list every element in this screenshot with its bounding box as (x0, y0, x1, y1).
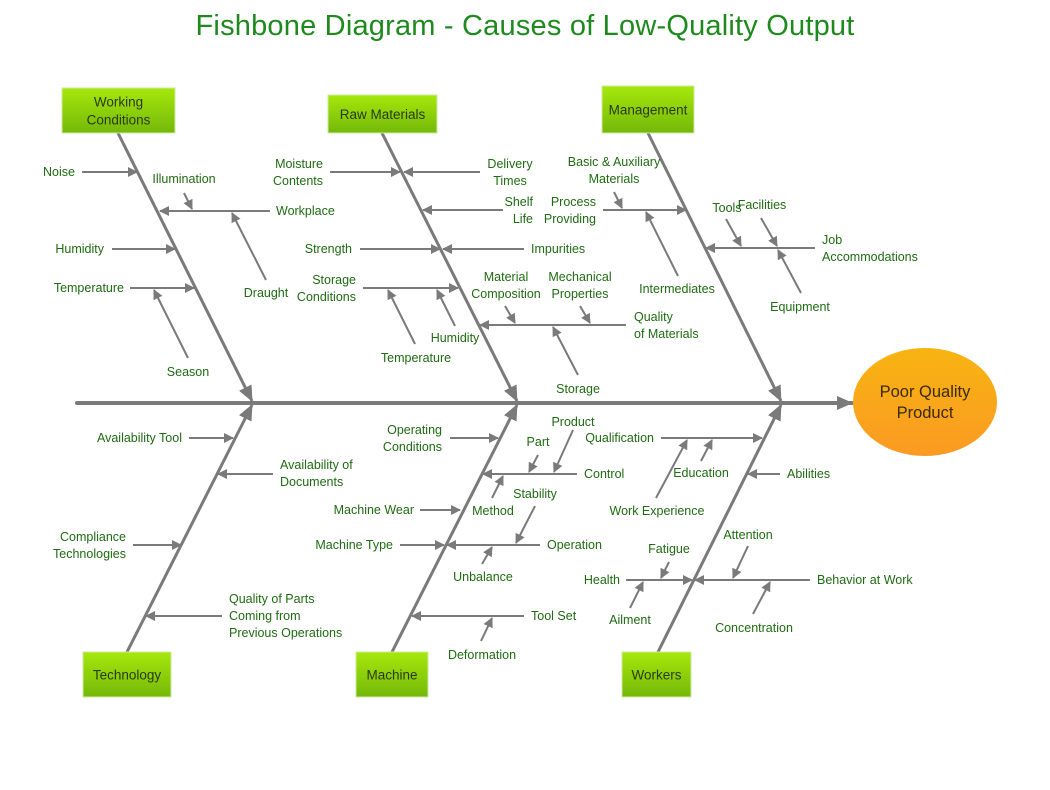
subcause-ailment: Ailment (609, 613, 651, 627)
subcause-arrow-unbalance (481, 546, 493, 565)
subcause-arrow-fatigue (660, 561, 670, 579)
subcause-deformation: Deformation (448, 648, 516, 662)
subcause-intermediates: Intermediates (639, 282, 715, 296)
subcause-work-experience: Work Experience (610, 504, 705, 518)
subcause-fatigue: Fatigue (648, 542, 690, 556)
subcause-arrow-illumination (183, 192, 193, 210)
subcause-season: Season (167, 365, 209, 379)
subcause-arrow-method (491, 475, 504, 499)
cause-humidity: Humidity (55, 242, 104, 256)
subcause-mechanical-properties: Mechanical Properties (548, 270, 611, 301)
cause-temperature: Temperature (54, 281, 124, 295)
cause-moisture-contents: Moisture Contents (273, 157, 323, 188)
subcause-arrow-storage (552, 326, 579, 376)
category-machine-label: Machine (366, 668, 417, 683)
subcause-material-composition: Material Composition (471, 270, 541, 301)
cause-health: Health (584, 573, 620, 587)
category-raw-materials-label: Raw Materials (340, 107, 426, 122)
subcause-arrow-intermediates (645, 211, 679, 277)
cause-operating-conditions: Operating Conditions (383, 423, 442, 454)
subcause-basic-auxiliary-materials: Basic & Auxiliary Materials (568, 155, 661, 186)
cause-workplace: Workplace (276, 204, 335, 218)
subcause-arrow-education (700, 439, 713, 462)
subcause-draught: Draught (244, 286, 289, 300)
subcause-method: Method (472, 504, 514, 518)
subcause-facilities: Facilities (738, 198, 787, 212)
subcause-arrow-draught (231, 212, 267, 281)
subcause-arrow-temperature (387, 289, 416, 345)
subcause-part: Part (527, 435, 550, 449)
cause-noise: Noise (43, 165, 75, 179)
effect-ellipse[interactable] (853, 348, 997, 456)
labels: Poor Quality ProductWorking Conditions Raw … (43, 95, 971, 683)
cause-process-providing: Process Providing (544, 195, 596, 226)
cause-impurities: Impurities (531, 242, 585, 256)
cause-qualification: Qualification (585, 431, 654, 445)
cause-compliance-technologies: Compliance Technologies (53, 530, 126, 561)
cause-storage-conditions: Storage Conditions (297, 273, 356, 304)
subcause-concentration: Concentration (715, 621, 793, 635)
subcause-arrow-material-composition (504, 305, 516, 324)
category-workers-label: Workers (631, 668, 681, 683)
subcause-arrow-facilities (760, 217, 778, 247)
subcause-arrow-mechanical-properties (579, 305, 591, 324)
cause-machine-wear: Machine Wear (334, 503, 414, 517)
cause-control: Control (584, 467, 624, 481)
subcause-arrow-part (528, 454, 539, 473)
subcause-arrow-basic-auxiliary-materials (613, 191, 623, 209)
cause-quality-of-materials: Quality of Materials (634, 310, 699, 341)
subcause-arrow-product (553, 429, 574, 473)
subcause-arrow-season (153, 289, 189, 359)
subcause-arrow-equipment (777, 249, 802, 294)
subcause-humidity: Humidity (431, 331, 480, 345)
subcause-arrow-attention (732, 545, 749, 579)
subcause-arrow-concentration (752, 581, 771, 615)
subcause-unbalance: Unbalance (453, 570, 513, 584)
subcause-product: Product (551, 415, 595, 429)
subcause-arrow-ailment (629, 581, 644, 609)
subcause-temperature: Temperature (381, 351, 451, 365)
cause-operation: Operation (547, 538, 602, 552)
subcause-stability: Stability (513, 487, 558, 501)
cause-shelf-life: Shelf Life (505, 195, 534, 226)
cause-availability-of-documents: Availability of Documents (280, 458, 353, 489)
subcause-attention: Attention (723, 528, 772, 542)
subcause-arrow-deformation (480, 617, 493, 642)
fishbone-diagram: Poor Quality ProductWorking Conditions Raw … (43, 85, 997, 698)
cause-availability-tool: Availability Tool (97, 431, 182, 445)
subcause-arrow-humidity (436, 289, 456, 327)
subcause-arrow-tools (725, 218, 742, 247)
cause-strength: Strength (305, 242, 352, 256)
cause-delivery-times: Delivery Times (487, 157, 533, 188)
subcause-storage: Storage (556, 382, 600, 396)
subcause-illumination: Illumination (152, 172, 215, 186)
subcause-education: Education (673, 466, 729, 480)
category-management-label: Management (609, 103, 688, 118)
cause-quality-of-parts: Quality of Parts Coming from Previous Oper… (229, 592, 342, 640)
subcause-equipment: Equipment (770, 300, 830, 314)
category-technology-label: Technology (93, 668, 162, 683)
cause-tool-set: Tool Set (531, 609, 577, 623)
subcause-arrow-stability (515, 505, 536, 544)
bone-management (646, 132, 783, 402)
cause-machine-type: Machine Type (315, 538, 393, 552)
cause-behavior-at-work: Behavior at Work (817, 573, 913, 587)
cause-abilities: Abilities (787, 467, 830, 481)
cause-job-accommodations: Job Accommodations (822, 233, 918, 264)
